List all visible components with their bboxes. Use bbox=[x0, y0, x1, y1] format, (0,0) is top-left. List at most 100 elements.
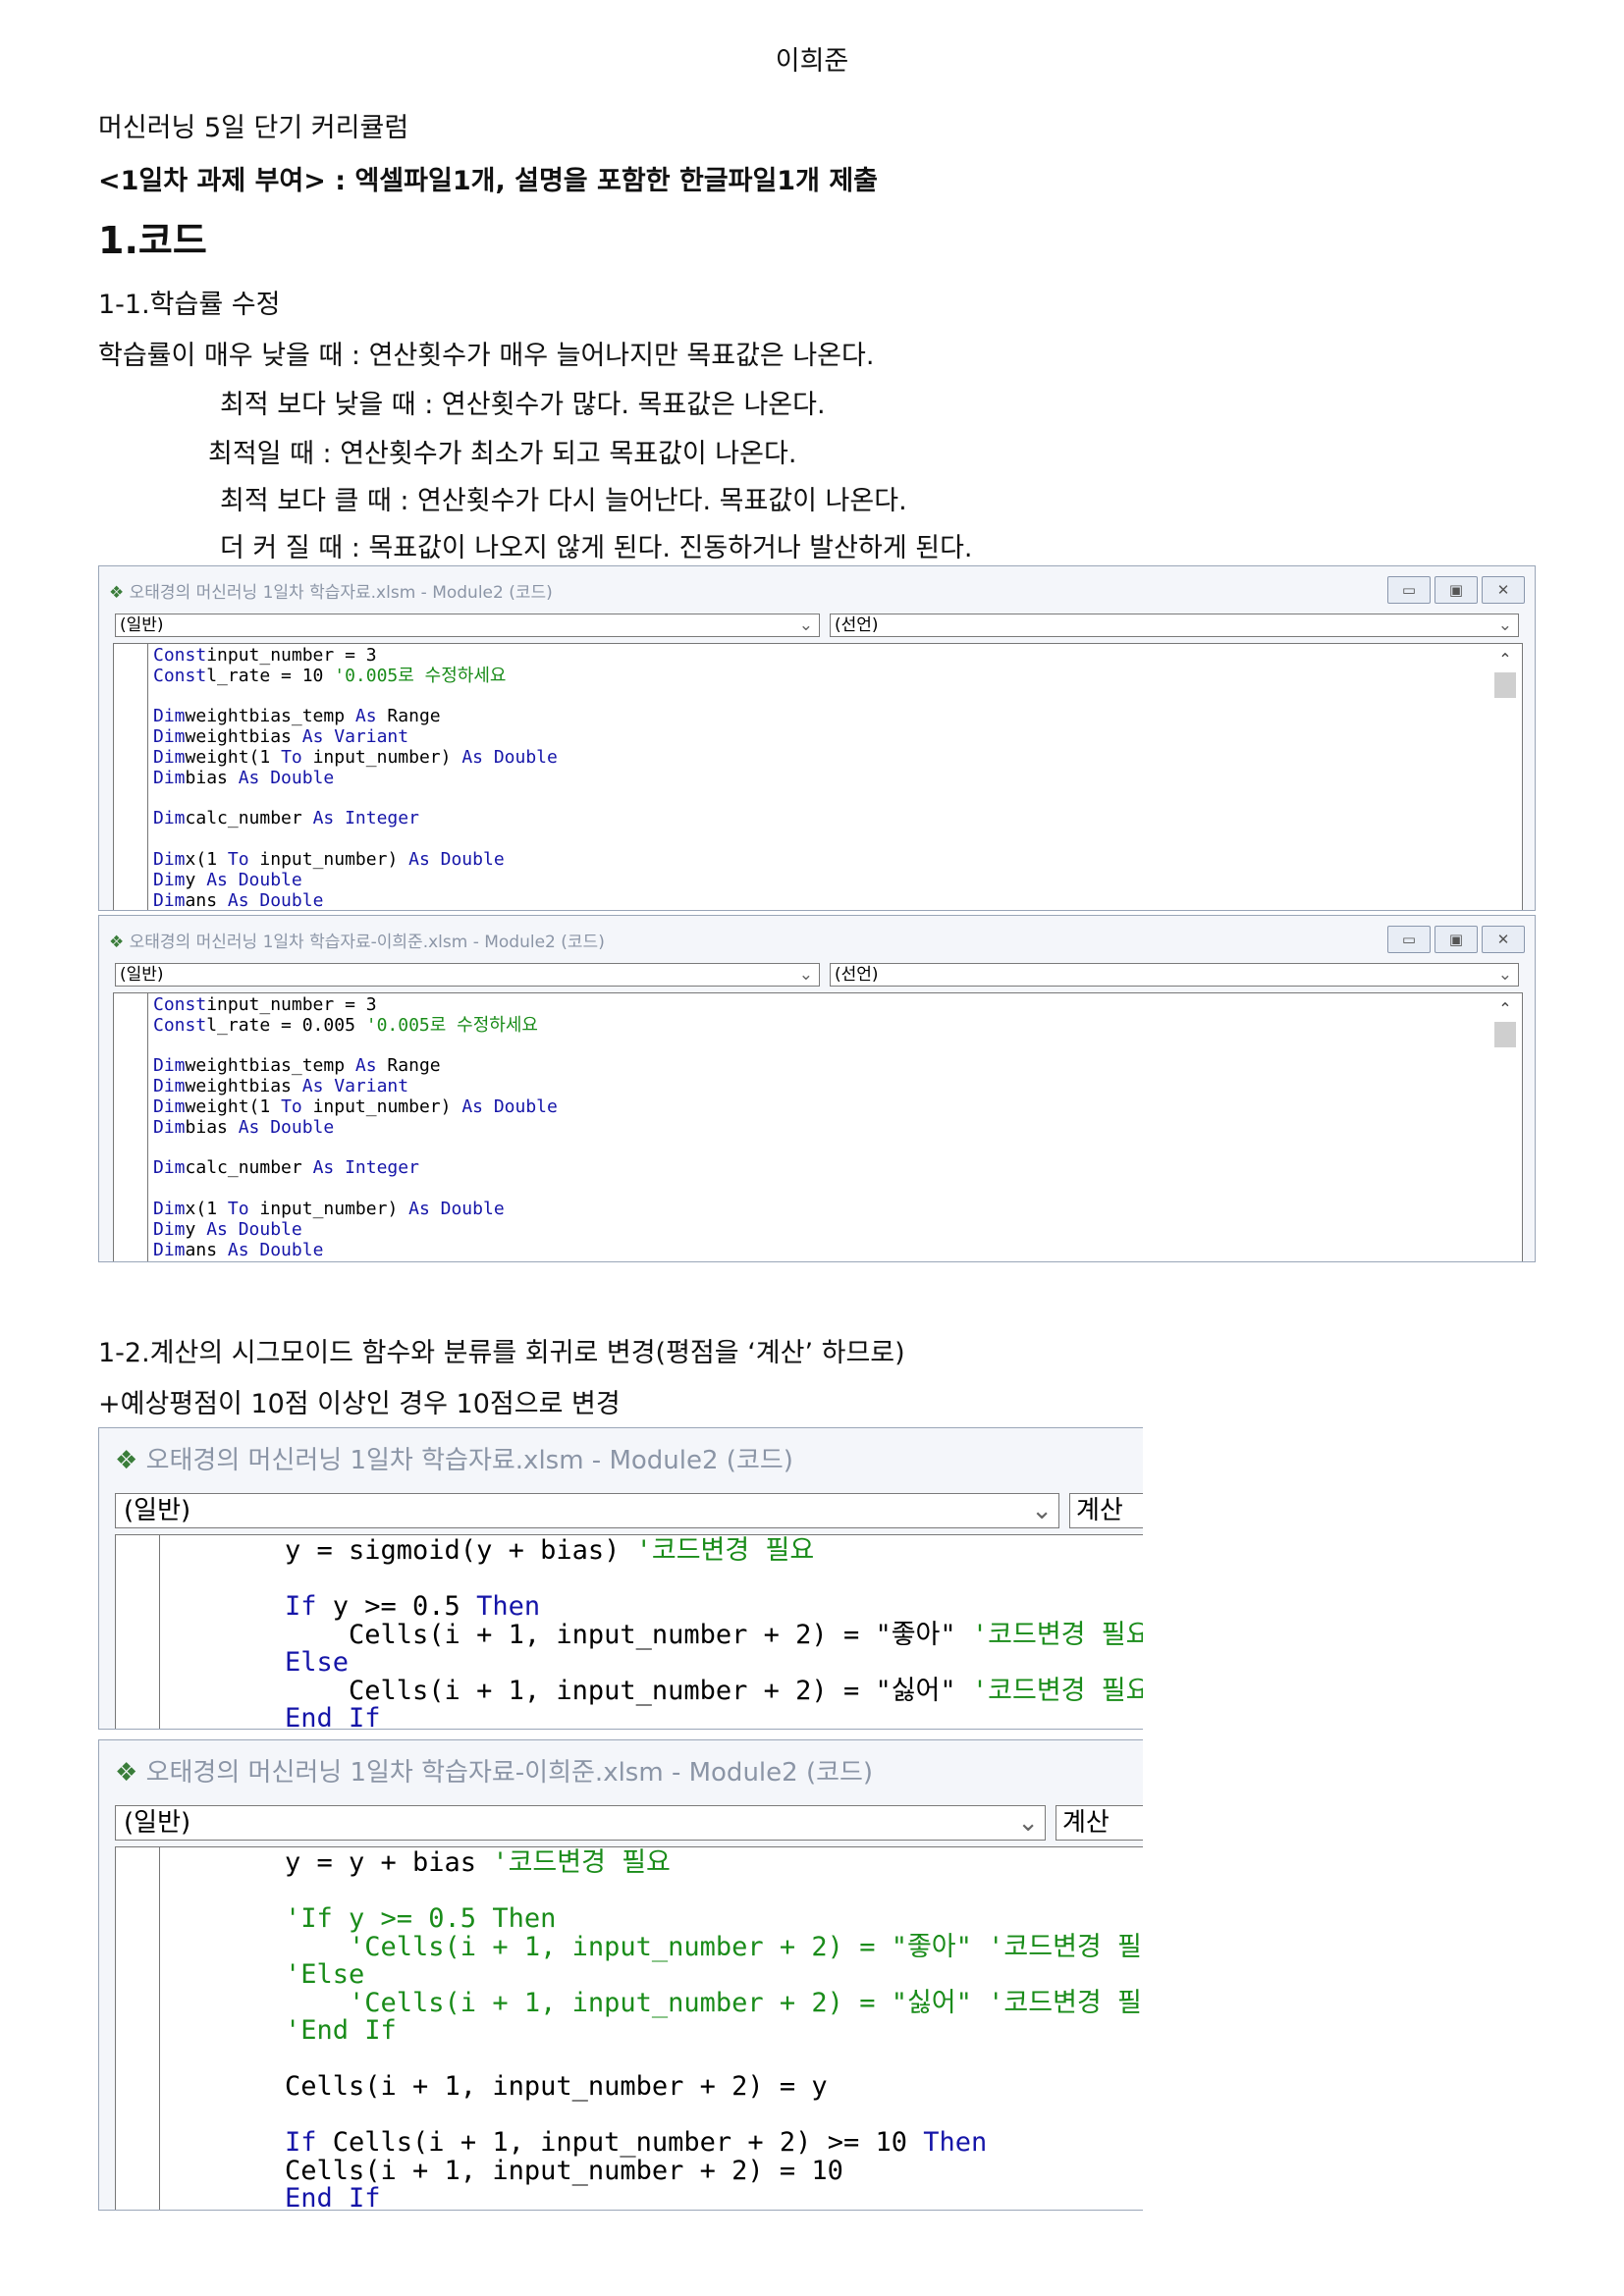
code-line[interactable]: Dimy As Double bbox=[153, 869, 558, 891]
code-pane[interactable]: Constinput_number = 3 Constl_rate = 0.005… bbox=[113, 992, 1523, 1261]
maximize-button[interactable]: ▣ bbox=[1435, 576, 1478, 604]
code-line[interactable]: 'If y >= 0.5 Then bbox=[285, 1904, 1143, 1934]
code-line[interactable] bbox=[285, 1878, 1143, 1906]
subsection-title-learning-rate: 1-1.학습률 수정 bbox=[98, 290, 281, 320]
code-line[interactable]: Cells(i + 1, input_number + 2) = "좋아" '코… bbox=[285, 1619, 1143, 1650]
code-text[interactable]: y = y + bias '코드변경 필요 'If y >= 0.5 Then … bbox=[285, 1847, 1143, 2210]
code-line[interactable]: Dimweightbias As Variant bbox=[153, 1076, 558, 1097]
code-line[interactable]: If Cells(i + 1, input_number + 2) >= 10 … bbox=[285, 2128, 1143, 2158]
code-text[interactable]: y = sigmoid(y + bias) '코드변경 필요 If y >= 0… bbox=[285, 1536, 1143, 1729]
window-title: 오태경의 머신러닝 1일차 학습자료-이희준.xlsm - Module2 (코… bbox=[145, 1758, 874, 1788]
code-line[interactable]: Dimcalc_number As Integer bbox=[153, 808, 558, 829]
code-keyword: Dim bbox=[153, 808, 186, 829]
margin-indicator-bar bbox=[114, 644, 148, 910]
code-line[interactable] bbox=[153, 829, 558, 850]
code-line[interactable]: y = y + bias '코드변경 필요 bbox=[285, 1847, 1143, 1878]
scroll-thumb[interactable] bbox=[1494, 1022, 1516, 1047]
code-line[interactable]: Dimans As Double bbox=[153, 889, 558, 910]
code-line[interactable] bbox=[153, 789, 558, 810]
code-keyword: Dim bbox=[153, 746, 186, 768]
code-line[interactable]: End If bbox=[285, 2184, 1143, 2210]
procedure-dropdown[interactable]: 계산 bbox=[1069, 1493, 1143, 1528]
author-name: 이희준 bbox=[775, 46, 849, 77]
code-keyword: Dim bbox=[153, 1198, 186, 1219]
code-line[interactable] bbox=[285, 2102, 1143, 2130]
code-pane[interactable]: y = y + bias '코드변경 필요 'If y >= 0.5 Then … bbox=[115, 1846, 1143, 2210]
code-keyword: As Double bbox=[461, 746, 558, 768]
vba-editor-window-modified-calc: ❖ 오태경의 머신러닝 1일차 학습자료-이희준.xlsm - Module2 … bbox=[98, 1739, 1143, 2211]
code-token: weight(1 bbox=[185, 746, 282, 768]
code-line[interactable]: End If bbox=[285, 1704, 1143, 1729]
code-line[interactable]: Dimx(1 To input_number) As Double bbox=[153, 849, 558, 871]
minimize-button[interactable]: ▭ bbox=[1387, 576, 1431, 604]
code-token: Cells(i + 1, input_number + 2) = "좋아" bbox=[285, 1619, 972, 1650]
code-line[interactable]: Dimy As Double bbox=[153, 1219, 558, 1241]
window-title: 오태경의 머신러닝 1일차 학습자료-이희준.xlsm - Module2 (코… bbox=[129, 933, 605, 952]
code-token: ans bbox=[185, 889, 228, 910]
code-text[interactable]: Constinput_number = 3 Constl_rate = 0.005… bbox=[153, 994, 558, 1261]
code-keyword: Dim bbox=[153, 869, 186, 890]
code-line[interactable]: Dimweightbias_temp As Range bbox=[153, 1055, 558, 1077]
code-line[interactable]: 'Cells(i + 1, input_number + 2) = "좋아" '… bbox=[285, 1931, 1143, 1962]
code-line[interactable]: Constinput_number = 3 bbox=[153, 645, 558, 667]
vba-project-icon: ❖ bbox=[115, 1758, 138, 1788]
code-text[interactable]: Constinput_number = 3 Constl_rate = 10 '0… bbox=[153, 645, 558, 910]
code-line[interactable]: Cells(i + 1, input_number + 2) = y bbox=[285, 2072, 1143, 2102]
code-line[interactable]: Constl_rate = 10 '0.005로 수정하세요 bbox=[153, 666, 558, 687]
procedure-dropdown[interactable]: (선언) ⌄ bbox=[830, 963, 1519, 987]
code-pane[interactable]: y = sigmoid(y + bias) '코드변경 필요 If y >= 0… bbox=[115, 1534, 1143, 1729]
code-line[interactable]: 'End If bbox=[285, 2016, 1143, 2046]
scroll-up-icon[interactable]: ⌃ bbox=[1494, 999, 1516, 1018]
code-token: Range bbox=[376, 706, 441, 727]
code-token: calc_number bbox=[185, 1157, 313, 1179]
close-button[interactable]: ✕ bbox=[1482, 576, 1525, 604]
code-line[interactable]: Cells(i + 1, input_number + 2) = "싫어" '코… bbox=[285, 1677, 1143, 1706]
code-line[interactable]: Dimans As Double bbox=[153, 1240, 558, 1261]
maximize-button[interactable]: ▣ bbox=[1435, 926, 1478, 953]
code-line[interactable]: Cells(i + 1, input_number + 2) = 10 bbox=[285, 2157, 1143, 2186]
object-dropdown[interactable]: (일반) ⌄ bbox=[115, 963, 820, 987]
note-very-low: 학습률이 매우 낮을 때 : 연산횟수가 매우 늘어나지만 목표값은 나온다. bbox=[98, 341, 875, 371]
assignment-line: <1일차 과제 부여> : 엑셀파일1개, 설명을 포함한 한글파일1개 제출 bbox=[98, 166, 879, 196]
object-dropdown[interactable]: (일반) ⌄ bbox=[115, 1805, 1046, 1841]
code-line[interactable] bbox=[153, 1037, 558, 1057]
code-line[interactable] bbox=[285, 1566, 1143, 1594]
code-line[interactable]: 'Cells(i + 1, input_number + 2) = "싫어" '… bbox=[285, 1987, 1143, 2018]
code-line[interactable]: Constl_rate = 0.005 '0.005로 수정하세요 bbox=[153, 1015, 558, 1037]
code-keyword: Dim bbox=[153, 1157, 186, 1179]
code-line[interactable]: Dimx(1 To input_number) As Double bbox=[153, 1198, 558, 1220]
vba-project-icon: ❖ bbox=[115, 1446, 138, 1475]
scroll-up-icon[interactable]: ⌃ bbox=[1494, 650, 1516, 668]
code-line[interactable] bbox=[285, 2046, 1143, 2074]
code-line[interactable]: 'Else bbox=[285, 1960, 1143, 1990]
code-token: y = y + bias bbox=[285, 1847, 493, 1878]
object-dropdown[interactable]: (일반) ⌄ bbox=[115, 1493, 1059, 1528]
code-pane[interactable]: Constinput_number = 3 Constl_rate = 10 '0… bbox=[113, 643, 1523, 910]
code-comment: 'Cells(i + 1, input_number + 2) = "좋아" '… bbox=[285, 1931, 1143, 1962]
code-line[interactable]: Dimweight(1 To input_number) As Double bbox=[153, 746, 558, 769]
procedure-dropdown[interactable]: (선언) ⌄ bbox=[830, 614, 1519, 637]
code-line[interactable]: Dimweight(1 To input_number) As Double bbox=[153, 1096, 558, 1118]
chevron-down-icon: ⌄ bbox=[1031, 1496, 1053, 1525]
code-comment: 'Cells(i + 1, input_number + 2) = "싫어" '… bbox=[285, 1987, 1143, 2018]
code-line[interactable]: Constinput_number = 3 bbox=[153, 994, 558, 1016]
code-line[interactable]: If y >= 0.5 Then bbox=[285, 1592, 1143, 1622]
code-line[interactable]: y = sigmoid(y + bias) '코드변경 필요 bbox=[285, 1536, 1143, 1566]
scroll-thumb[interactable] bbox=[1494, 672, 1516, 698]
vertical-scrollbar[interactable]: ⌃ bbox=[1494, 999, 1516, 1261]
code-line[interactable]: Dimcalc_number As Integer bbox=[153, 1157, 558, 1179]
code-line[interactable]: Dimbias As Double bbox=[153, 768, 558, 789]
code-line[interactable] bbox=[153, 687, 558, 708]
code-line[interactable]: Dimweightbias As Variant bbox=[153, 726, 558, 748]
code-line[interactable] bbox=[153, 1139, 558, 1159]
code-line[interactable]: Dimweightbias_temp As Range bbox=[153, 706, 558, 727]
procedure-dropdown[interactable]: 계산 bbox=[1056, 1805, 1143, 1841]
code-line[interactable]: Dimbias As Double bbox=[153, 1117, 558, 1139]
vertical-scrollbar[interactable]: ⌃ bbox=[1494, 650, 1516, 910]
code-line[interactable] bbox=[153, 1179, 558, 1200]
minimize-button[interactable]: ▭ bbox=[1387, 926, 1431, 953]
code-line[interactable]: Else bbox=[285, 1648, 1143, 1678]
code-keyword: Const bbox=[153, 994, 207, 1015]
close-button[interactable]: ✕ bbox=[1482, 926, 1525, 953]
object-dropdown[interactable]: (일반) ⌄ bbox=[115, 614, 820, 637]
